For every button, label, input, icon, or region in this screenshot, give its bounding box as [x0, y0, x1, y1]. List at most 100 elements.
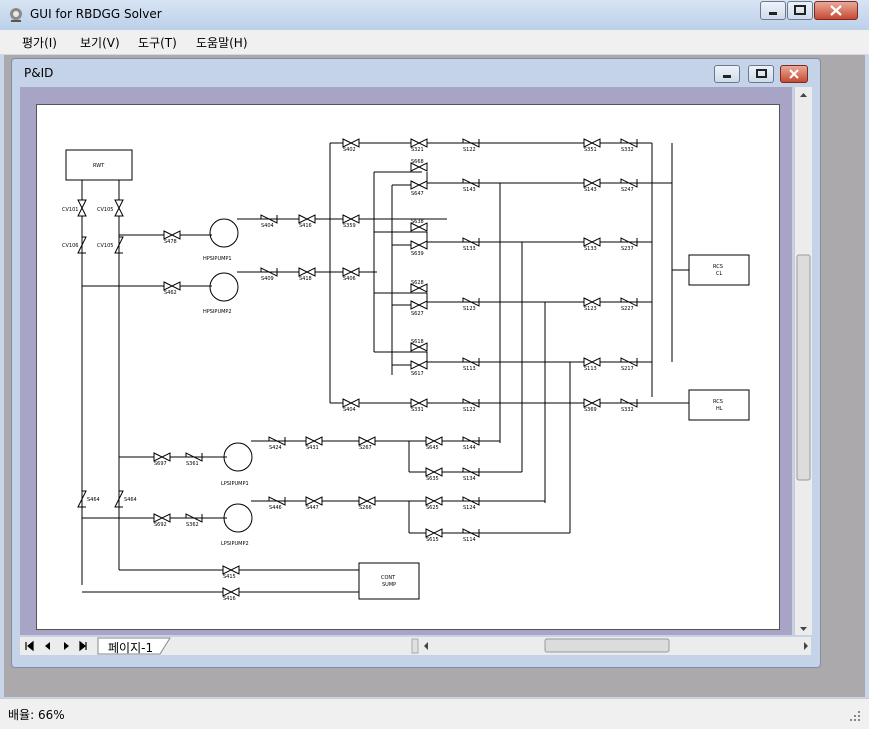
child-maximize-button[interactable]	[748, 65, 774, 83]
left-label-a: CV101	[62, 207, 78, 213]
window-title: GUI for RBDGG Solver	[30, 7, 162, 21]
restore-icon	[756, 69, 767, 78]
mid-label-3: S359	[343, 223, 356, 229]
lp-label-j: S266	[359, 505, 372, 511]
mid-label-6: S406	[343, 276, 356, 282]
mid-label-5: S418	[299, 276, 312, 282]
lpb-label-e: S625	[426, 505, 439, 511]
diagram-page: RWT RCS CL RCS HL CONT SUMP HPSIPUMP1 HP…	[36, 104, 780, 630]
rcs-cl-box	[688, 254, 750, 286]
hp2-label: HPSIPUMP2	[203, 309, 232, 315]
maximize-icon	[794, 5, 806, 15]
sump-label: CONT	[381, 575, 396, 581]
close-icon	[830, 5, 842, 16]
branch-label-7: S618	[411, 339, 424, 345]
top-label-e: S332	[621, 147, 634, 153]
pid-window-title: P&ID	[24, 66, 54, 80]
minimize-icon	[769, 12, 777, 15]
lp-label-h: S446	[269, 505, 282, 511]
check-label-e2: S237	[621, 246, 634, 252]
tab-and-scroll-bar: 페이지-1	[20, 637, 811, 655]
menu-tools[interactable]: 도구(T)	[138, 34, 177, 51]
menu-view[interactable]: 보기(V)	[80, 34, 120, 51]
mid-label-4: S409	[261, 276, 274, 282]
lp-label-g: S362	[186, 522, 199, 528]
branch-label-5: S628	[411, 280, 424, 286]
mid-label-1: S404	[261, 223, 274, 229]
lpb-label-b: S144	[463, 445, 476, 451]
menu-help[interactable]: 도움말(H)	[196, 34, 248, 51]
split-handle[interactable]	[411, 638, 419, 654]
rwt-label: RWT	[93, 163, 105, 169]
branch-label-4: S639	[411, 251, 424, 257]
sump-valve-label-b: S416	[223, 596, 236, 602]
vertical-scroll-thumb[interactable]	[796, 254, 811, 481]
vertical-scrollbar[interactable]	[794, 87, 812, 635]
close-icon	[789, 69, 799, 79]
minimize-button[interactable]	[760, 1, 786, 20]
diagram-canvas[interactable]: RWT RCS CL RCS HL CONT SUMP HPSIPUMP1 HP…	[20, 87, 792, 635]
scroll-right-icon[interactable]	[804, 642, 808, 650]
scroll-left-icon[interactable]	[424, 642, 428, 650]
close-button[interactable]	[814, 1, 858, 20]
mid-label-2: S416	[299, 223, 312, 229]
hl-label-e: S332	[621, 407, 634, 413]
rcs-cl-label: RCS	[713, 264, 723, 270]
child-minimize-button[interactable]	[714, 65, 740, 83]
left-label-f: S464	[124, 497, 137, 503]
hl-label-b: S331	[411, 407, 424, 413]
top-label-d: S351	[584, 147, 597, 153]
rcs-hl-label-2: HL	[716, 406, 723, 412]
lpb-label-f: S124	[463, 505, 476, 511]
top-label-c: S122	[463, 147, 476, 153]
prev-page-icon[interactable]	[45, 642, 50, 650]
lp-label-e: S267	[359, 445, 372, 451]
maximize-button[interactable]	[787, 1, 813, 20]
check-label-e1: S247	[621, 187, 634, 193]
resize-grip-icon[interactable]	[848, 709, 862, 723]
check-label-e3: S227	[621, 306, 634, 312]
hpsi-pump-2	[209, 272, 239, 302]
lp-label-i: S447	[306, 505, 319, 511]
zoom-status: 배율: 66%	[8, 708, 65, 722]
app-icon	[10, 8, 22, 22]
menu-bar: 평가(I) 보기(V) 도구(T) 도움말(H)	[0, 30, 869, 55]
next-page-icon[interactable]	[64, 642, 69, 650]
lp1-label: LPSIPUMP1	[221, 481, 249, 487]
pid-diagram: RWT RCS CL RCS HL CONT SUMP HPSIPUMP1 HP…	[62, 138, 750, 602]
child-close-button[interactable]	[780, 65, 808, 83]
cont-sump-box	[358, 562, 420, 600]
first-page-icon[interactable]	[25, 640, 34, 652]
lpb-label-a: S645	[426, 445, 439, 451]
lpsi-pump-2	[223, 503, 253, 533]
hl-label-d: S369	[584, 407, 597, 413]
hl-label-a: S404	[343, 407, 356, 413]
rcs-cl-label-2: CL	[716, 271, 722, 277]
lp-label-c: S424	[269, 445, 282, 451]
minimize-icon	[723, 75, 731, 78]
app-window: GUI for RBDGG Solver 평가(I) 보기(V) 도구(T) 도…	[0, 0, 869, 729]
top-label-b: S321	[411, 147, 424, 153]
left-label-d: CV105	[97, 243, 113, 249]
hpsi-pump-1	[209, 218, 239, 248]
check-label-d4: S113	[584, 366, 597, 372]
last-page-icon[interactable]	[79, 640, 87, 652]
rcs-hl-box	[688, 389, 750, 421]
pid-window: P&ID RWT RCS CL RCS HL CONT SUMP HPSIPUM…	[11, 58, 821, 668]
branch-label-1: S668	[411, 159, 424, 165]
menu-evaluate[interactable]: 평가(I)	[22, 34, 57, 51]
lp-label-d: S431	[306, 445, 319, 451]
page-tab[interactable]: 페이지-1	[108, 639, 153, 656]
horizontal-scroll-thumb[interactable]	[544, 638, 670, 653]
lpb-label-c: S635	[426, 476, 439, 482]
lpsi-pump-1	[223, 442, 253, 472]
lpb-label-g: S615	[426, 537, 439, 543]
lpb-label-d: S134	[463, 476, 476, 482]
hl-label-c: S122	[463, 407, 476, 413]
scroll-down-icon[interactable]	[800, 627, 807, 631]
scroll-up-icon[interactable]	[800, 93, 807, 97]
left-label-c: CV106	[62, 243, 78, 249]
left-label-b: CV105	[97, 207, 113, 213]
lp-label-f: S692	[154, 522, 167, 528]
check-label-d2: S133	[584, 246, 597, 252]
